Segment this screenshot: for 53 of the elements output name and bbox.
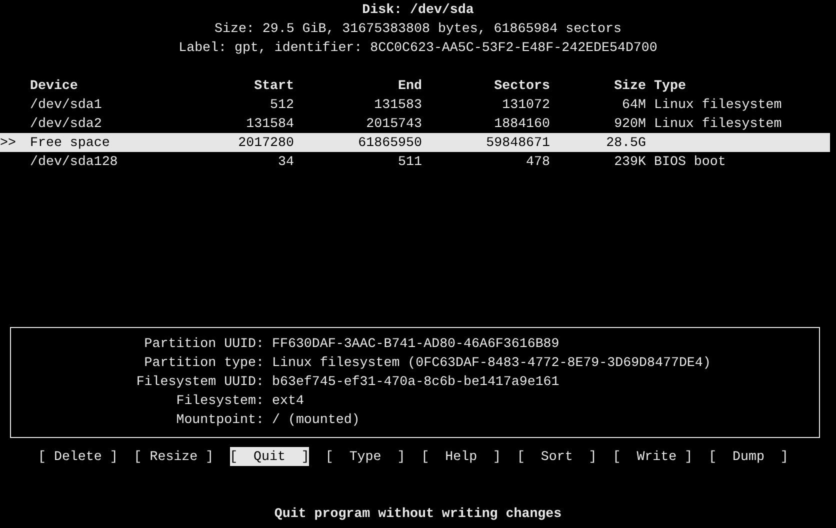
disk-label: Label: gpt, identifier: 8CC0C623-AA5C-53F2-E48F-242EDE54D700 <box>178 40 658 55</box>
table-cell-text: 61865950 <box>357 134 422 152</box>
column-header: Type <box>653 77 687 95</box>
menu-button[interactable]: [ Dump ] <box>708 447 788 466</box>
column-header: Device <box>30 77 79 95</box>
menu-button[interactable]: [ Sort ] <box>516 447 597 466</box>
disk-size: Size: 29.5 GiB, 31675383808 bytes, 61865984 sectors <box>214 21 622 36</box>
info-value: / (mounted) <box>271 411 361 429</box>
table-cell-text: 28.5G <box>605 134 646 152</box>
table-cell-text: 131584 <box>245 115 294 133</box>
info-label: Filesystem UUID: <box>135 373 264 391</box>
table-cell-text: Free space <box>30 134 111 152</box>
info-value: b63ef745-ef31-470a-8c6b-be1417a9e161 <box>271 373 560 391</box>
disk-title: Disk: /dev/sda <box>361 1 475 19</box>
table-cell-text: 239K <box>613 153 646 171</box>
table-cell-text: 478 <box>525 153 550 171</box>
table-cell-text: 2017280 <box>237 134 294 152</box>
status-message: Quit program without writing changes <box>273 505 563 523</box>
table-cell-text: 920M <box>613 115 646 133</box>
column-header: Sectors <box>493 77 550 95</box>
menu-button[interactable]: [ Write ] <box>612 447 693 466</box>
table-cell-text: /dev/sda128 <box>30 153 119 171</box>
cursor-marker: >> <box>0 134 17 152</box>
info-value: ext4 <box>271 392 305 410</box>
menu-button[interactable]: [ Delete ] <box>38 447 118 466</box>
column-header: Size <box>613 77 646 95</box>
table-cell-text: Linux filesystem <box>653 115 783 133</box>
menu-button[interactable]: [ Quit ] <box>230 447 310 466</box>
menu-button[interactable]: [ Resize ] <box>134 447 214 466</box>
menu-button[interactable]: [ Type ] <box>325 447 406 466</box>
info-value: FF630DAF-3AAC-B741-AD80-46A6F3616B89 <box>271 335 560 353</box>
table-cell-text: 512 <box>269 96 294 114</box>
table-cell-text: 59848671 <box>485 134 550 152</box>
table-cell-text: 131072 <box>501 96 550 114</box>
table-cell-text: BIOS boot <box>653 153 727 171</box>
table-cell-text: 64M <box>621 96 646 114</box>
table-cell-text: 131583 <box>373 96 422 114</box>
menu-button[interactable]: [ Help ] <box>421 447 501 466</box>
selected-row[interactable]: >> Free space 2017280 61865950 59848671 28.5G <box>0 133 830 152</box>
table-cell-text: 1884160 <box>493 115 550 133</box>
info-label: Mountpoint: <box>175 411 264 429</box>
table-cell-text: 511 <box>397 153 422 171</box>
column-header: Start <box>253 77 294 95</box>
table-cell-text: Linux filesystem <box>653 96 783 114</box>
info-label: Filesystem: <box>175 392 264 410</box>
info-label: Partition UUID: <box>143 335 264 353</box>
table-cell-text: /dev/sda2 <box>30 115 103 133</box>
column-header: End <box>397 77 422 95</box>
table-cell-text: 2015743 <box>365 115 422 133</box>
table-cell-text: /dev/sda1 <box>30 96 103 114</box>
info-label: Partition type: <box>143 354 264 372</box>
table-cell-text: 34 <box>277 153 294 171</box>
info-value: Linux filesystem (0FC63DAF-8483-4772-8E79-3D69D8477DE4) <box>271 354 712 372</box>
